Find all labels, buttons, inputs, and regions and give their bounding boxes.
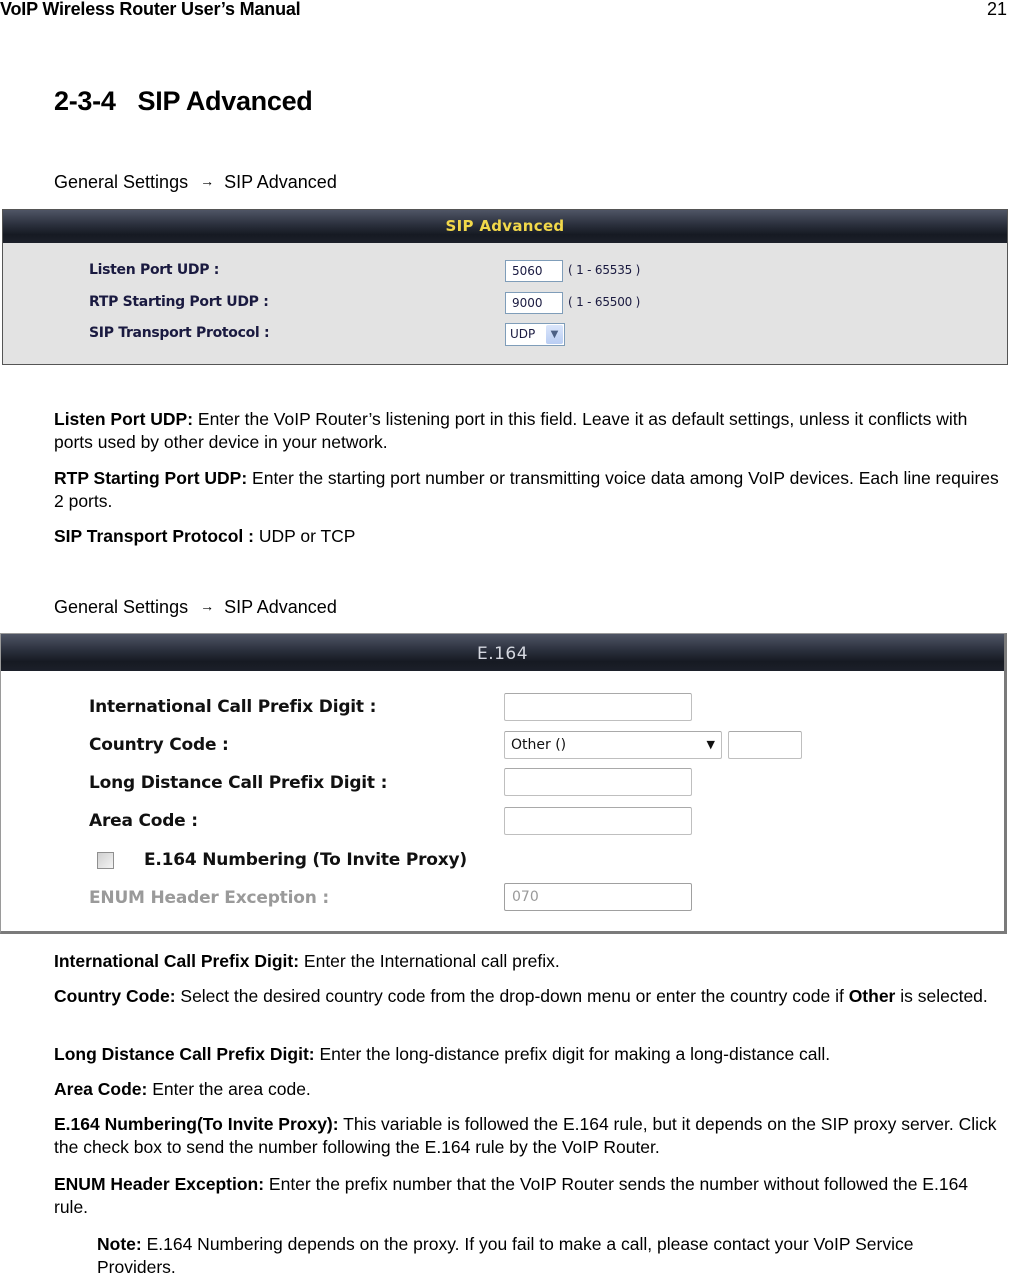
- transport-protocol-label: SIP Transport Protocol :: [89, 325, 270, 341]
- sip-advanced-panel: SIP Advanced Listen Port UDP : 5060 ( 1 …: [2, 209, 1008, 365]
- rtp-port-range: ( 1 - 65500 ): [568, 295, 641, 309]
- chevron-down-icon[interactable]: ▼: [546, 325, 563, 344]
- description-term: Area Code:: [54, 1079, 148, 1099]
- description-term: E.164 Numbering(To Invite Proxy):: [54, 1114, 339, 1134]
- breadcrumb-parent: General Settings: [54, 597, 189, 617]
- country-code-input[interactable]: [728, 731, 802, 759]
- breadcrumb: General Settings → SIP Advanced: [54, 597, 337, 618]
- arrow-right-icon: →: [200, 173, 215, 189]
- description-term: Long Distance Call Prefix Digit:: [54, 1044, 315, 1064]
- description-term: Country Code:: [54, 986, 176, 1006]
- section-title: SIP Advanced: [137, 86, 313, 116]
- transport-protocol-value: UDP: [510, 327, 536, 341]
- section-number: 2-3-4: [54, 86, 116, 116]
- description-country-code: Country Code: Select the desired country…: [54, 985, 999, 1008]
- note: Note: E.164 Numbering depends on the pro…: [97, 1233, 997, 1279]
- note-text: E.164 Numbering depends on the proxy. If…: [97, 1234, 914, 1277]
- country-code-select[interactable]: Other () ▼: [504, 731, 722, 759]
- manual-title: VoIP Wireless Router User’s Manual: [0, 0, 301, 19]
- description-rtp-port: RTP Starting Port UDP: Enter the startin…: [54, 467, 999, 513]
- description-term: ENUM Header Exception:: [54, 1174, 265, 1194]
- description-text: Select the desired country code from the…: [175, 986, 849, 1006]
- listen-port-row: Listen Port UDP : 5060 ( 1 - 65535 ): [89, 260, 989, 284]
- intl-prefix-input[interactable]: [504, 693, 692, 721]
- description-transport-protocol: SIP Transport Protocol : UDP or TCP: [54, 525, 999, 548]
- e164-numbering-label: E.164 Numbering (To Invite Proxy): [144, 850, 467, 870]
- breadcrumb: General Settings → SIP Advanced: [54, 172, 337, 193]
- description-term: International Call Prefix Digit:: [54, 951, 300, 971]
- enum-header-exception-input[interactable]: 070: [504, 883, 692, 911]
- description-term: SIP Transport Protocol :: [54, 526, 254, 546]
- caret-down-icon[interactable]: ▼: [707, 732, 715, 758]
- e164-numbering-checkbox[interactable]: [97, 852, 114, 869]
- enum-header-exception-label: ENUM Header Exception :: [89, 888, 329, 908]
- country-code-value: Other (): [511, 737, 567, 753]
- page-number: 21: [986, 0, 1007, 19]
- area-code-label: Area Code :: [89, 811, 198, 831]
- rtp-port-row: RTP Starting Port UDP : 9000 ( 1 - 65500…: [89, 292, 989, 316]
- note-term: Note:: [97, 1234, 142, 1254]
- transport-protocol-row: SIP Transport Protocol : UDP ▼: [89, 323, 989, 347]
- listen-port-label: Listen Port UDP :: [89, 262, 220, 278]
- breadcrumb-current: SIP Advanced: [224, 172, 337, 192]
- country-code-label: Country Code :: [89, 735, 229, 755]
- sip-advanced-panel-title: SIP Advanced: [3, 210, 1007, 243]
- e164-panel: E.164 International Call Prefix Digit : …: [0, 633, 1007, 934]
- listen-port-input[interactable]: 5060: [505, 260, 563, 282]
- rtp-port-input[interactable]: 9000: [505, 292, 563, 314]
- intl-prefix-label: International Call Prefix Digit :: [89, 697, 377, 717]
- description-text: Enter the long-distance prefix digit for…: [314, 1044, 831, 1064]
- description-term: RTP Starting Port UDP:: [54, 468, 248, 488]
- description-text: UDP or TCP: [254, 526, 356, 546]
- section-heading: 2-3-4 SIP Advanced: [54, 86, 313, 117]
- running-header: VoIP Wireless Router User’s Manual 21: [0, 0, 1009, 21]
- description-term-other: Other: [848, 986, 896, 1006]
- description-listen-port: Listen Port UDP: Enter the VoIP Router’s…: [54, 408, 999, 454]
- arrow-right-icon: →: [200, 598, 215, 614]
- description-text: is selected.: [895, 986, 988, 1006]
- long-distance-prefix-label: Long Distance Call Prefix Digit :: [89, 773, 388, 793]
- description-enum-header-exception: ENUM Header Exception: Enter the prefix …: [54, 1173, 999, 1219]
- description-term: Listen Port UDP:: [54, 409, 194, 429]
- long-distance-prefix-input[interactable]: [504, 768, 692, 796]
- breadcrumb-parent: General Settings: [54, 172, 189, 192]
- listen-port-range: ( 1 - 65535 ): [568, 263, 641, 277]
- description-area-code: Area Code: Enter the area code.: [54, 1078, 999, 1101]
- breadcrumb-current: SIP Advanced: [224, 597, 337, 617]
- description-text: Enter the International call prefix.: [299, 951, 560, 971]
- description-e164-numbering: E.164 Numbering(To Invite Proxy): This v…: [54, 1113, 999, 1159]
- e164-panel-title: E.164: [1, 634, 1004, 671]
- description-long-distance-prefix: Long Distance Call Prefix Digit: Enter t…: [54, 1043, 999, 1066]
- transport-protocol-select[interactable]: UDP ▼: [505, 323, 565, 346]
- area-code-input[interactable]: [504, 807, 692, 835]
- rtp-port-label: RTP Starting Port UDP :: [89, 294, 269, 310]
- description-text: Enter the area code.: [147, 1079, 311, 1099]
- description-intl-prefix: International Call Prefix Digit: Enter t…: [54, 950, 999, 973]
